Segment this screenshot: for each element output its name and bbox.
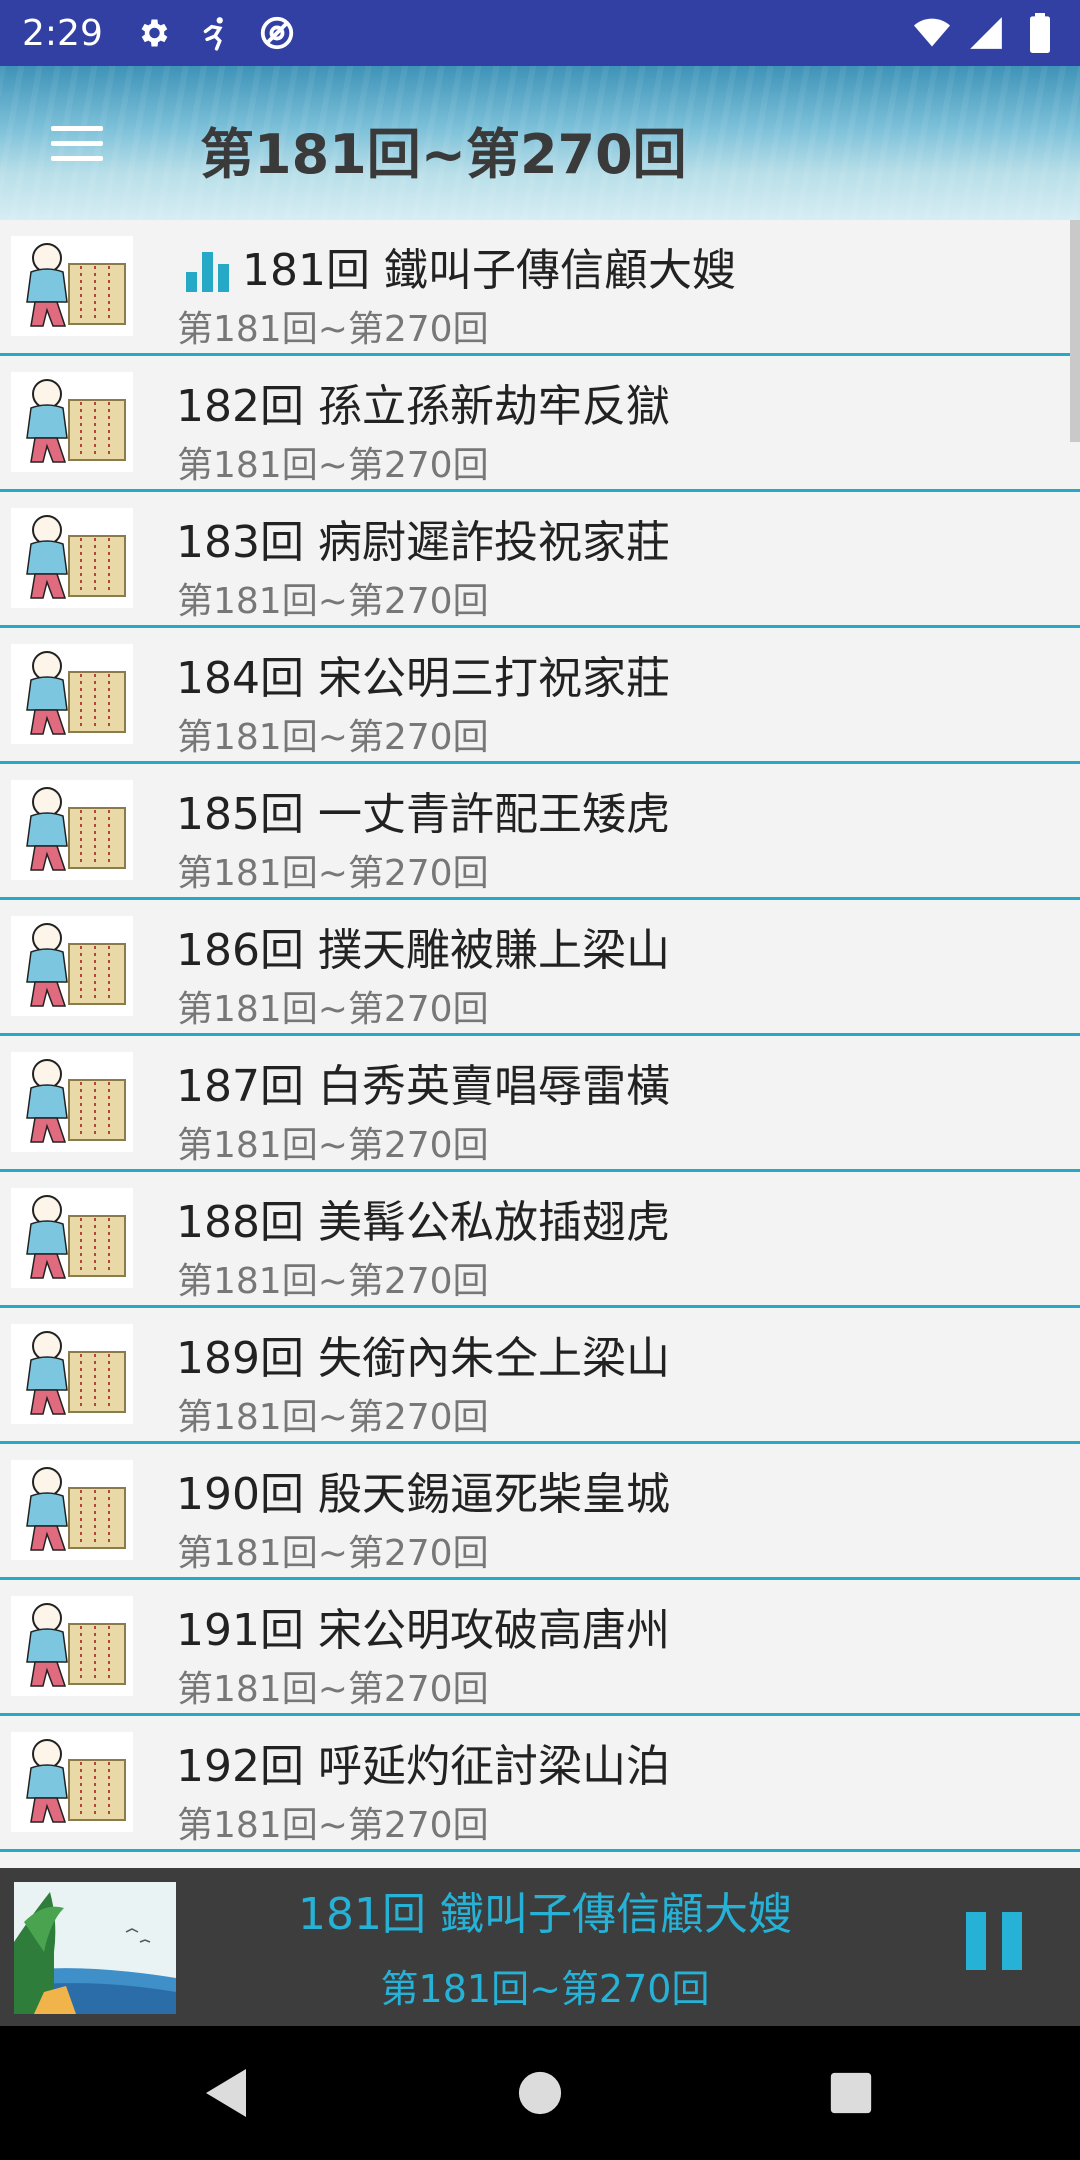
hamburger-icon[interactable] bbox=[40, 106, 114, 180]
list-item[interactable]: 183回 病尉遲詐投祝家莊 第181回~第270回 bbox=[0, 492, 1080, 628]
signal-icon bbox=[966, 13, 1006, 53]
list-item[interactable]: 186回 撲天雕被賺上梁山 第181回~第270回 bbox=[0, 900, 1080, 1036]
episode-title: 189回 失銜內朱仝上梁山 bbox=[176, 1333, 670, 1384]
scrollbar[interactable] bbox=[1070, 220, 1080, 442]
episode-list[interactable]: 181回 鐵叫子傳信顧大嫂 第181回~第270回 182回 孫立孫新劫牢反獄 … bbox=[0, 220, 1080, 1868]
episode-thumbnail bbox=[11, 236, 133, 336]
list-item[interactable]: 192回 呼延灼征討梁山泊 第181回~第270回 bbox=[0, 1716, 1080, 1852]
episode-subtitle: 第181回~第270回 bbox=[177, 309, 489, 350]
list-item[interactable]: 184回 宋公明三打祝家莊 第181回~第270回 bbox=[0, 628, 1080, 764]
episode-title: 191回 宋公明攻破高唐州 bbox=[176, 1605, 670, 1656]
battery-icon bbox=[1020, 13, 1060, 53]
pause-icon[interactable] bbox=[966, 1900, 1030, 1984]
list-item[interactable]: 185回 一丈青許配王矮虎 第181回~第270回 bbox=[0, 764, 1080, 900]
status-bar: 2:29 bbox=[0, 0, 1080, 66]
episode-subtitle: 第181回~第270回 bbox=[177, 1805, 489, 1846]
episode-thumbnail bbox=[11, 372, 133, 472]
player-subtitle: 第181回~第270回 bbox=[380, 1967, 710, 2011]
wifi-icon bbox=[912, 13, 952, 53]
episode-thumbnail bbox=[11, 1324, 133, 1424]
list-item[interactable]: 190回 殷天錫逼死柴皇城 第181回~第270回 bbox=[0, 1444, 1080, 1580]
episode-thumbnail bbox=[11, 1732, 133, 1832]
at-sign-icon bbox=[257, 13, 297, 53]
episode-title: 187回 白秀英賣唱辱雷橫 bbox=[176, 1061, 670, 1112]
list-item[interactable]: 182回 孫立孫新劫牢反獄 第181回~第270回 bbox=[0, 356, 1080, 492]
page-title: 第181回~第270回 bbox=[200, 123, 687, 186]
episode-thumbnail bbox=[11, 916, 133, 1016]
episode-thumbnail bbox=[11, 1596, 133, 1696]
episode-subtitle: 第181回~第270回 bbox=[177, 717, 489, 758]
list-item[interactable]: 187回 白秀英賣唱辱雷橫 第181回~第270回 bbox=[0, 1036, 1080, 1172]
episode-title: 186回 撲天雕被賺上梁山 bbox=[176, 925, 670, 976]
episode-thumbnail bbox=[11, 508, 133, 608]
list-item[interactable]: 191回 宋公明攻破高唐州 第181回~第270回 bbox=[0, 1580, 1080, 1716]
home-icon[interactable] bbox=[480, 2026, 600, 2160]
episode-title: 188回 美髯公私放插翅虎 bbox=[176, 1197, 670, 1248]
player-title: 181回 鐵叫子傳信顧大嫂 bbox=[298, 1889, 792, 1940]
episode-title: 185回 一丈青許配王矮虎 bbox=[176, 789, 670, 840]
episode-title: 181回 鐵叫子傳信顧大嫂 bbox=[242, 245, 736, 296]
episode-thumbnail bbox=[11, 1188, 133, 1288]
app-bar: 第181回~第270回 bbox=[0, 66, 1080, 220]
list-item[interactable]: 188回 美髯公私放插翅虎 第181回~第270回 bbox=[0, 1172, 1080, 1308]
episode-title: 190回 殷天錫逼死柴皇城 bbox=[176, 1469, 670, 1520]
list-item[interactable]: 181回 鐵叫子傳信顧大嫂 第181回~第270回 bbox=[0, 220, 1080, 356]
episode-subtitle: 第181回~第270回 bbox=[177, 1125, 489, 1166]
now-playing-icon bbox=[184, 248, 232, 296]
navigation-bar bbox=[0, 2026, 1080, 2160]
episode-subtitle: 第181回~第270回 bbox=[177, 989, 489, 1030]
episode-subtitle: 第181回~第270回 bbox=[177, 1397, 489, 1438]
list-item[interactable]: 189回 失銜內朱仝上梁山 第181回~第270回 bbox=[0, 1308, 1080, 1444]
episode-thumbnail bbox=[11, 644, 133, 744]
episode-subtitle: 第181回~第270回 bbox=[177, 1669, 489, 1710]
episode-subtitle: 第181回~第270回 bbox=[177, 445, 489, 486]
episode-subtitle: 第181回~第270回 bbox=[177, 1533, 489, 1574]
runner-icon bbox=[195, 13, 235, 53]
mini-player[interactable]: 181回 鐵叫子傳信顧大嫂 第181回~第270回 bbox=[0, 1868, 1080, 2026]
back-icon[interactable] bbox=[166, 2026, 286, 2160]
recents-icon[interactable] bbox=[791, 2026, 911, 2160]
episode-subtitle: 第181回~第270回 bbox=[177, 1261, 489, 1302]
episode-thumbnail bbox=[11, 1052, 133, 1152]
episode-title: 184回 宋公明三打祝家莊 bbox=[176, 653, 670, 704]
status-time: 2:29 bbox=[22, 12, 103, 54]
episode-title: 183回 病尉遲詐投祝家莊 bbox=[176, 517, 670, 568]
episode-subtitle: 第181回~第270回 bbox=[177, 853, 489, 894]
episode-thumbnail bbox=[11, 1460, 133, 1560]
episode-thumbnail bbox=[11, 780, 133, 880]
episode-title: 182回 孫立孫新劫牢反獄 bbox=[176, 381, 670, 432]
gear-icon bbox=[133, 13, 173, 53]
episode-title: 192回 呼延灼征討梁山泊 bbox=[176, 1741, 670, 1792]
episode-subtitle: 第181回~第270回 bbox=[177, 581, 489, 622]
